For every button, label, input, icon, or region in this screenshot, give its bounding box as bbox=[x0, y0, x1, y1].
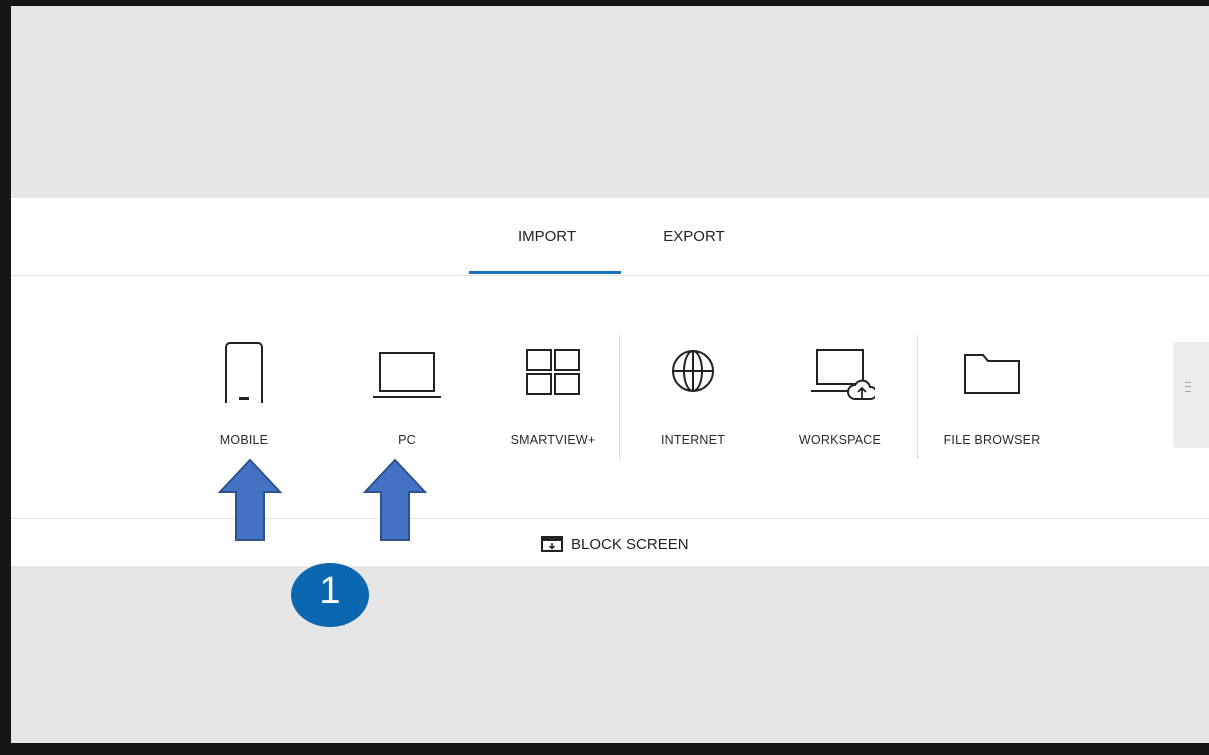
block-screen-label: BLOCK SCREEN bbox=[571, 535, 689, 553]
source-item-mobile[interactable]: MOBILE bbox=[179, 333, 309, 447]
group-divider bbox=[917, 335, 918, 459]
source-label-internet: INTERNET bbox=[660, 433, 726, 447]
block-screen-button[interactable]: BLOCK SCREEN bbox=[541, 533, 689, 555]
laptop-icon bbox=[373, 352, 441, 398]
source-label-mobile: MOBILE bbox=[219, 433, 269, 447]
source-list: MOBILE PC SMARTVIEW+ INTERNET WORKSPACE … bbox=[11, 333, 1209, 463]
smartview-grid-icon bbox=[526, 349, 580, 395]
tab-bar: IMPORT EXPORT bbox=[11, 198, 1209, 276]
source-item-pc[interactable]: PC bbox=[342, 333, 472, 447]
handle-grip-icon bbox=[1185, 382, 1191, 392]
block-screen-icon bbox=[541, 536, 563, 552]
source-label-file-browser: FILE BROWSER bbox=[943, 433, 1041, 447]
panel-footer: BLOCK SCREEN bbox=[11, 518, 1209, 567]
step-number: 1 bbox=[319, 570, 341, 612]
source-label-smartview: SMARTVIEW+ bbox=[510, 433, 596, 447]
tab-import[interactable]: IMPORT bbox=[499, 228, 595, 245]
globe-icon bbox=[672, 350, 714, 392]
source-label-pc: PC bbox=[398, 433, 416, 447]
mobile-icon bbox=[225, 342, 263, 403]
source-item-internet[interactable]: INTERNET bbox=[628, 333, 758, 447]
group-divider bbox=[619, 335, 620, 459]
share-panel: IMPORT EXPORT MOBILE PC SMARTVIEW+ INTER… bbox=[11, 198, 1209, 566]
step-number-badge: 1 bbox=[290, 562, 370, 628]
source-item-workspace[interactable]: WORKSPACE bbox=[775, 333, 905, 447]
active-tab-indicator bbox=[469, 271, 621, 274]
side-panel-handle[interactable] bbox=[1173, 342, 1209, 448]
folder-icon bbox=[964, 354, 1020, 394]
tab-export[interactable]: EXPORT bbox=[646, 228, 742, 245]
source-label-workspace: WORKSPACE bbox=[798, 433, 882, 447]
source-item-smartview[interactable]: SMARTVIEW+ bbox=[488, 333, 618, 447]
workspace-cloud-laptop-icon bbox=[811, 349, 875, 400]
up-arrow-annotation-mobile bbox=[217, 458, 283, 541]
source-item-file-browser[interactable]: FILE BROWSER bbox=[927, 333, 1057, 447]
up-arrow-annotation-pc bbox=[362, 458, 428, 541]
